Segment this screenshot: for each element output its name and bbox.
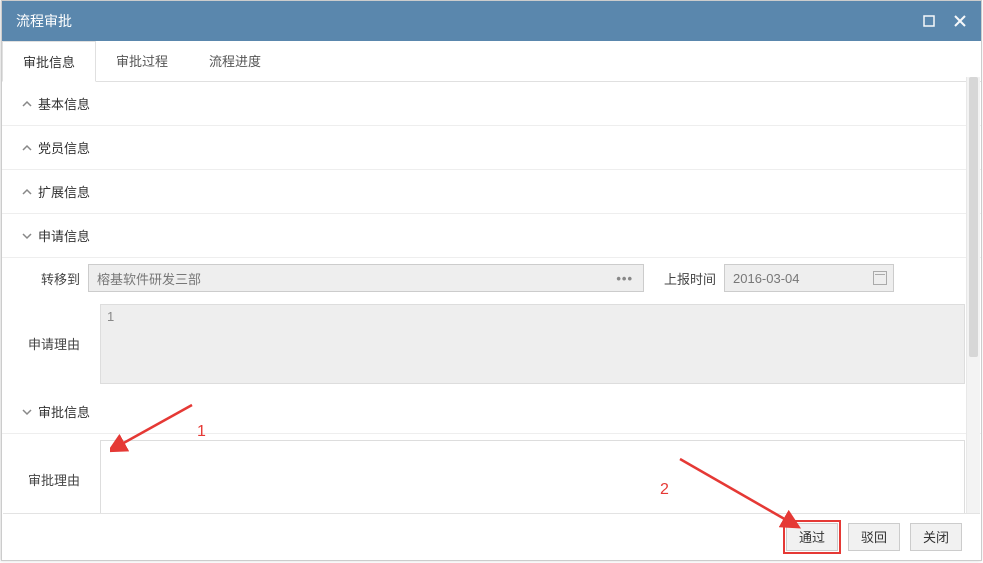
window-controls	[923, 14, 967, 28]
apply-reason-value: 1	[100, 304, 965, 384]
footer-bar: 通过 驳回 关闭	[3, 513, 980, 559]
report-time-value: 2016-03-04	[733, 271, 800, 286]
field-transfer-to: 转移到 榕基软件研发三部 •••	[18, 264, 644, 292]
section-title: 党员信息	[38, 138, 90, 157]
tab-approval-info[interactable]: 审批信息	[2, 41, 96, 82]
section-apply-info[interactable]: 申请信息	[2, 214, 981, 258]
approval-window: 流程审批 审批信息 审批过程 流程进度 基本信息 党员信息	[1, 0, 982, 561]
ellipsis-icon[interactable]: •••	[612, 271, 637, 286]
maximize-icon[interactable]	[923, 15, 935, 27]
chevron-up-icon	[22, 99, 32, 109]
section-title: 审批信息	[38, 402, 90, 421]
close-icon[interactable]	[953, 14, 967, 28]
approve-reason-label: 审批理由	[18, 440, 80, 489]
reject-button[interactable]: 驳回	[848, 523, 900, 551]
transfer-to-picker[interactable]: 榕基软件研发三部 •••	[88, 264, 644, 292]
row-transfer: 转移到 榕基软件研发三部 ••• 上报时间 2016-03-04	[2, 258, 981, 298]
title-bar: 流程审批	[2, 1, 981, 41]
section-title: 基本信息	[38, 94, 90, 113]
window-title: 流程审批	[16, 11, 72, 31]
transfer-to-value: 榕基软件研发三部	[97, 269, 201, 288]
scrollbar-thumb[interactable]	[969, 77, 978, 357]
row-apply-reason: 申请理由 1	[2, 298, 981, 390]
field-report-time: 上报时间 2016-03-04	[664, 264, 894, 292]
approve-reason-input[interactable]	[100, 440, 965, 520]
chevron-up-icon	[22, 143, 32, 153]
section-title: 扩展信息	[38, 182, 90, 201]
chevron-down-icon	[22, 231, 32, 241]
chevron-up-icon	[22, 187, 32, 197]
content-body: 基本信息 党员信息 扩展信息 申请信息 转移到 榕基软件研发三部	[2, 82, 981, 552]
report-time-input[interactable]: 2016-03-04	[724, 264, 894, 292]
section-basic-info[interactable]: 基本信息	[2, 82, 981, 126]
pass-button[interactable]: 通过	[786, 523, 838, 551]
apply-reason-label: 申请理由	[18, 304, 80, 353]
tab-flow-progress[interactable]: 流程进度	[189, 41, 282, 81]
calendar-icon[interactable]	[873, 271, 887, 285]
chevron-down-icon	[22, 407, 32, 417]
section-ext-info[interactable]: 扩展信息	[2, 170, 981, 214]
section-member-info[interactable]: 党员信息	[2, 126, 981, 170]
section-approve-info[interactable]: 审批信息	[2, 390, 981, 434]
tab-bar: 审批信息 审批过程 流程进度	[2, 41, 981, 82]
report-time-label: 上报时间	[664, 269, 716, 288]
close-button[interactable]: 关闭	[910, 523, 962, 551]
section-title: 申请信息	[38, 226, 90, 245]
transfer-to-label: 转移到	[18, 269, 80, 288]
tab-approval-process[interactable]: 审批过程	[96, 41, 189, 81]
scrollbar-track[interactable]	[966, 77, 980, 513]
